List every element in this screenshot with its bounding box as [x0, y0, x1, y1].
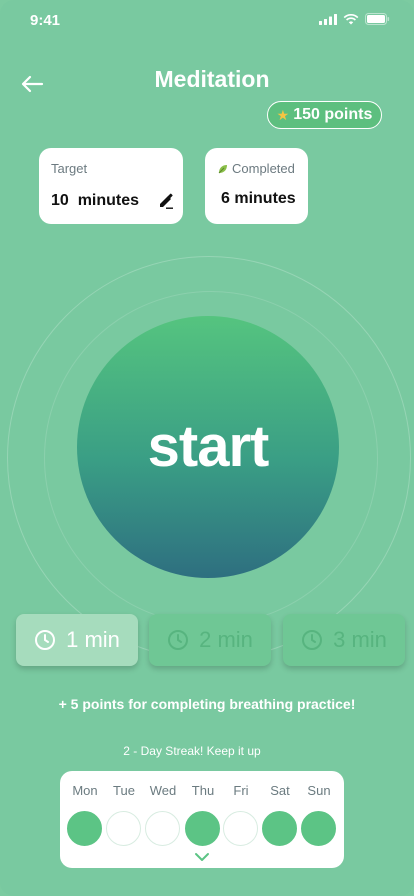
battery-icon [365, 13, 390, 25]
edit-icon[interactable] [157, 192, 175, 210]
day-status-dot [106, 811, 141, 846]
streak-text: 2 - Day Streak! Keep it up [123, 744, 261, 758]
day-label: Sun [307, 783, 331, 798]
day-label: Tue [113, 783, 135, 798]
start-label: start [147, 413, 270, 479]
target-card[interactable]: Target 10 minutes [39, 148, 183, 224]
start-button[interactable]: start [77, 316, 339, 578]
star-icon: ★ [276, 106, 290, 123]
day-status-dot [301, 811, 336, 846]
completed-label: Completed [232, 161, 295, 176]
day-status-dot [145, 811, 180, 846]
day-status-dot [185, 811, 220, 846]
day-label: Wed [149, 783, 177, 798]
duration-label: 1 min [66, 627, 120, 652]
duration-2min-button[interactable]: 2 min [149, 614, 271, 666]
day-status-dot [262, 811, 297, 846]
duration-label: 3 min [333, 627, 387, 652]
day-label: Sat [270, 783, 290, 798]
day-status-dot [223, 811, 258, 846]
bonus-text: + 5 points for completing breathing prac… [58, 696, 356, 712]
points-label: 150 points [293, 106, 373, 123]
day-label: Thu [191, 783, 215, 798]
leaf-icon [218, 164, 227, 173]
completed-value: 6 minutes [221, 190, 296, 207]
points-badge[interactable]: ★ 150 points [267, 101, 382, 129]
completed-label-row: Completed [217, 161, 295, 176]
day-status-dot [67, 811, 102, 846]
clock-icon [302, 630, 323, 650]
page-title: Meditation [154, 66, 270, 92]
duration-1min-button[interactable]: 1 min [16, 614, 138, 666]
signal-icon [319, 13, 337, 25]
status-time: 9:41 [30, 12, 61, 29]
clock-icon [35, 630, 56, 650]
day-label: Fri [233, 783, 249, 798]
duration-label: 2 min [199, 627, 253, 652]
target-label: Target [51, 161, 88, 176]
target-value: 10 minutes [51, 192, 140, 209]
day-label: Mon [72, 783, 98, 798]
status-icons [319, 13, 390, 25]
meditation-screen: 9:41 Meditation ★ 150 points Target 10 m… [0, 0, 414, 896]
completed-card: Completed 6 minutes [205, 148, 308, 224]
chevron-down-icon[interactable] [194, 851, 210, 863]
duration-3min-button[interactable]: 3 min [283, 614, 405, 666]
wifi-icon [343, 13, 359, 24]
week-streak-card: Mon Tue Wed Thu Fri Sat Sun [60, 771, 344, 868]
clock-icon [168, 630, 189, 650]
